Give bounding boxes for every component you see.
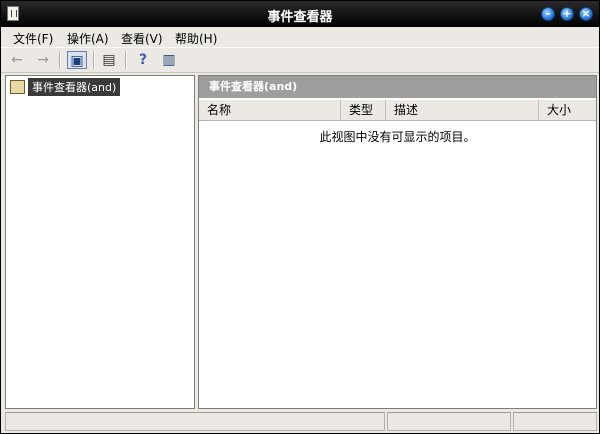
title-bar[interactable]: 事件查看器 – + × — [1, 1, 599, 27]
column-headers: 名称 类型 描述 大小 — [199, 100, 596, 121]
toolbar-separator — [125, 51, 127, 69]
column-description[interactable]: 描述 — [386, 100, 539, 120]
minimize-button[interactable]: – — [541, 7, 555, 21]
toolbar-separator — [59, 51, 61, 69]
toolbar: ← → ▣ ▤ ? ▥ — [1, 47, 599, 73]
status-cell-main — [5, 412, 385, 431]
menu-bar: 文件(F) 操作(A) 查看(V) 帮助(H) — [1, 27, 599, 47]
close-button[interactable]: × — [579, 7, 593, 21]
details-pane[interactable]: 事件查看器(and) 名称 类型 描述 大小 此视图中没有可显示的项目。 — [198, 75, 597, 409]
toolbar-separator — [93, 51, 95, 69]
forward-arrow-icon[interactable]: → — [33, 51, 53, 69]
column-name[interactable]: 名称 — [199, 100, 341, 120]
pane-header: 事件查看器(and) — [199, 76, 596, 98]
window-title: 事件查看器 — [267, 10, 333, 25]
status-cell-2 — [387, 412, 511, 431]
event-viewer-window: 事件查看器 – + × 文件(F) 操作(A) 查看(V) 帮助(H) ← → … — [0, 0, 600, 434]
empty-view-message: 此视图中没有可显示的项目。 — [319, 130, 476, 144]
export-list-icon[interactable]: ▤ — [99, 51, 119, 69]
menu-view[interactable]: 查看(V) — [121, 30, 163, 47]
tree-root-item[interactable]: 事件查看器(and) — [28, 78, 121, 96]
column-type[interactable]: 类型 — [341, 100, 386, 120]
back-arrow-icon[interactable]: ← — [7, 51, 27, 69]
event-viewer-tree-icon — [10, 80, 25, 94]
tree-pane[interactable]: 事件查看器(and) — [5, 75, 195, 409]
menu-file[interactable]: 文件(F) — [13, 30, 53, 47]
menu-help[interactable]: 帮助(H) — [175, 30, 217, 47]
menu-action[interactable]: 操作(A) — [67, 30, 109, 47]
status-cell-3 — [513, 412, 597, 431]
column-size[interactable]: 大小 — [539, 100, 596, 120]
status-bar — [1, 410, 599, 433]
maximize-button[interactable]: + — [560, 7, 574, 21]
help-icon[interactable]: ? — [133, 51, 153, 69]
action-pane-icon[interactable]: ▥ — [159, 51, 179, 69]
show-hide-tree-icon[interactable]: ▣ — [67, 51, 87, 69]
